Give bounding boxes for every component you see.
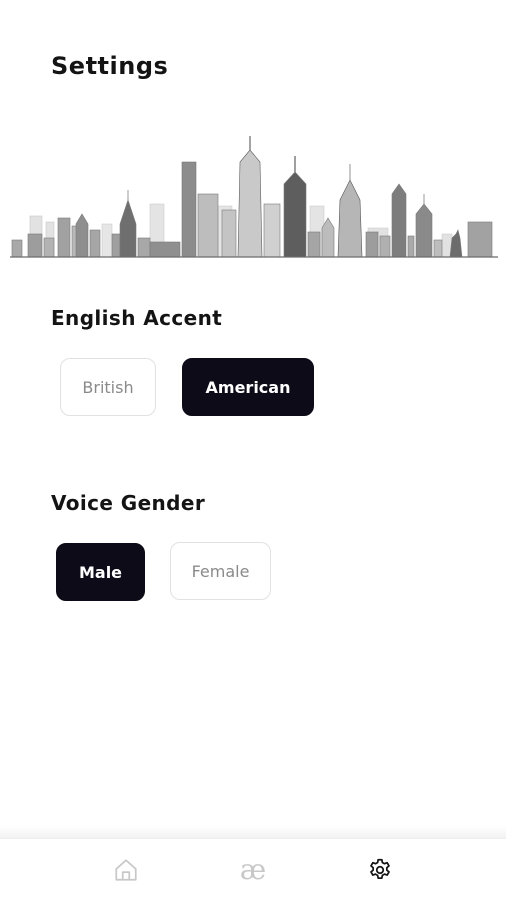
accent-option-british[interactable]: British	[60, 358, 156, 416]
city-skyline-illustration	[10, 136, 498, 258]
accent-option-british-label: British	[82, 377, 134, 397]
gender-option-female-label: Female	[191, 561, 250, 581]
bottom-navigation-bar: æ	[0, 838, 506, 901]
voice-gender-heading: Voice Gender	[51, 491, 206, 515]
english-accent-heading: English Accent	[51, 306, 223, 330]
nav-learn[interactable]: æ	[233, 853, 273, 887]
gender-option-male[interactable]: Male	[56, 543, 145, 601]
accent-option-american[interactable]: American	[182, 358, 314, 416]
gear-icon	[370, 858, 390, 879]
page-title: Settings	[51, 52, 169, 80]
nav-settings[interactable]	[360, 853, 400, 887]
gender-option-male-label: Male	[78, 562, 123, 582]
nav-shadow	[0, 826, 506, 838]
home-icon	[115, 859, 137, 881]
nav-home[interactable]	[106, 853, 146, 887]
ae-logo-icon: æ	[239, 853, 267, 886]
gender-option-female[interactable]: Female	[170, 542, 271, 600]
accent-option-american-label: American	[205, 377, 291, 397]
